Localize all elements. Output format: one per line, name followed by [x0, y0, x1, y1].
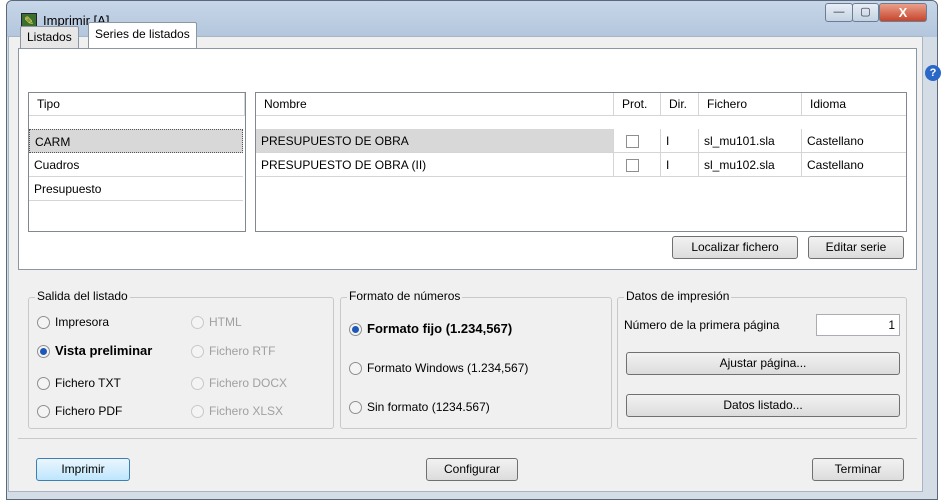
- first-page-input[interactable]: 1: [816, 314, 900, 336]
- row-dir: I: [661, 129, 699, 153]
- salida-group-title: Salida del listado: [35, 289, 130, 303]
- row-nombre: PRESUPUESTO DE OBRA: [256, 129, 614, 153]
- tipo-item-cuadros[interactable]: Cuadros: [29, 153, 243, 177]
- datos-group-title: Datos de impresión: [624, 289, 732, 303]
- series-table[interactable]: Nombre Prot. Dir. Fichero Idioma PRESUPU…: [255, 92, 907, 232]
- terminar-button[interactable]: Terminar: [812, 458, 904, 481]
- editar-serie-button[interactable]: Editar serie: [808, 236, 904, 259]
- formato-group: Formato de números Formato fijo (1.234,5…: [340, 289, 612, 429]
- localizar-fichero-button[interactable]: Localizar fichero: [672, 236, 798, 259]
- prot-column-header[interactable]: Prot.: [614, 93, 661, 116]
- row-dir: I: [661, 153, 699, 177]
- radio-fichero-xlsx[interactable]: Fichero XLSX: [191, 402, 283, 420]
- table-row[interactable]: PRESUPUESTO DE OBRA (II) I sl_mu102.sla …: [256, 153, 906, 177]
- row-prot-cell: [614, 153, 661, 177]
- row-prot-cell: [614, 129, 661, 153]
- row-idioma: Castellano: [802, 129, 906, 153]
- row-fichero: sl_mu101.sla: [699, 129, 802, 153]
- row-nombre: PRESUPUESTO DE OBRA (II): [256, 153, 614, 177]
- salida-group: Salida del listado Impresora Vista preli…: [28, 289, 334, 429]
- radio-html[interactable]: HTML: [191, 313, 242, 331]
- first-page-label: Número de la primera página: [624, 318, 780, 332]
- datos-listado-button[interactable]: Datos listado...: [626, 394, 900, 417]
- formato-group-title: Formato de números: [347, 289, 463, 303]
- minimize-button[interactable]: —: [825, 3, 853, 22]
- tipo-item-carm[interactable]: CARM: [29, 129, 243, 153]
- radio-vista-preliminar[interactable]: Vista preliminar: [37, 342, 152, 360]
- maximize-button[interactable]: ▢: [852, 3, 879, 22]
- tab-series-de-listados[interactable]: Series de listados: [88, 22, 197, 48]
- radio-formato-fijo[interactable]: Formato fijo (1.234,567): [349, 320, 512, 338]
- radio-formato-windows[interactable]: Formato Windows (1.234,567): [349, 359, 528, 377]
- prot-checkbox[interactable]: [626, 159, 639, 172]
- datos-group: Datos de impresión Número de la primera …: [617, 289, 907, 429]
- help-icon[interactable]: ?: [925, 65, 941, 81]
- table-row[interactable]: PRESUPUESTO DE OBRA I sl_mu101.sla Caste…: [256, 129, 906, 153]
- radio-fichero-rtf[interactable]: Fichero RTF: [191, 342, 275, 360]
- configurar-button[interactable]: Configurar: [426, 458, 518, 481]
- prot-checkbox[interactable]: [626, 135, 639, 148]
- ajustar-pagina-button[interactable]: Ajustar página...: [626, 352, 900, 375]
- fichero-column-header[interactable]: Fichero: [699, 93, 802, 116]
- dir-column-header[interactable]: Dir.: [661, 93, 699, 116]
- row-idioma: Castellano: [802, 153, 906, 177]
- imprimir-button[interactable]: Imprimir: [36, 458, 130, 481]
- idioma-column-header[interactable]: Idioma: [802, 93, 906, 116]
- row-fichero: sl_mu102.sla: [699, 153, 802, 177]
- close-button[interactable]: X: [879, 3, 927, 22]
- radio-fichero-pdf[interactable]: Fichero PDF: [37, 402, 122, 420]
- tipo-list[interactable]: Tipo CARM Cuadros Presupuesto: [28, 92, 246, 232]
- radio-fichero-docx[interactable]: Fichero DOCX: [191, 374, 287, 392]
- footer-separator: [18, 438, 917, 439]
- nombre-column-header[interactable]: Nombre: [256, 93, 614, 116]
- radio-sin-formato[interactable]: Sin formato (1234.567): [349, 398, 490, 416]
- radio-fichero-txt[interactable]: Fichero TXT: [37, 374, 121, 392]
- radio-impresora[interactable]: Impresora: [37, 313, 109, 331]
- tipo-item-presupuesto[interactable]: Presupuesto: [29, 177, 243, 201]
- tab-listados[interactable]: Listados: [20, 26, 79, 48]
- tipo-column-header[interactable]: Tipo: [29, 93, 245, 116]
